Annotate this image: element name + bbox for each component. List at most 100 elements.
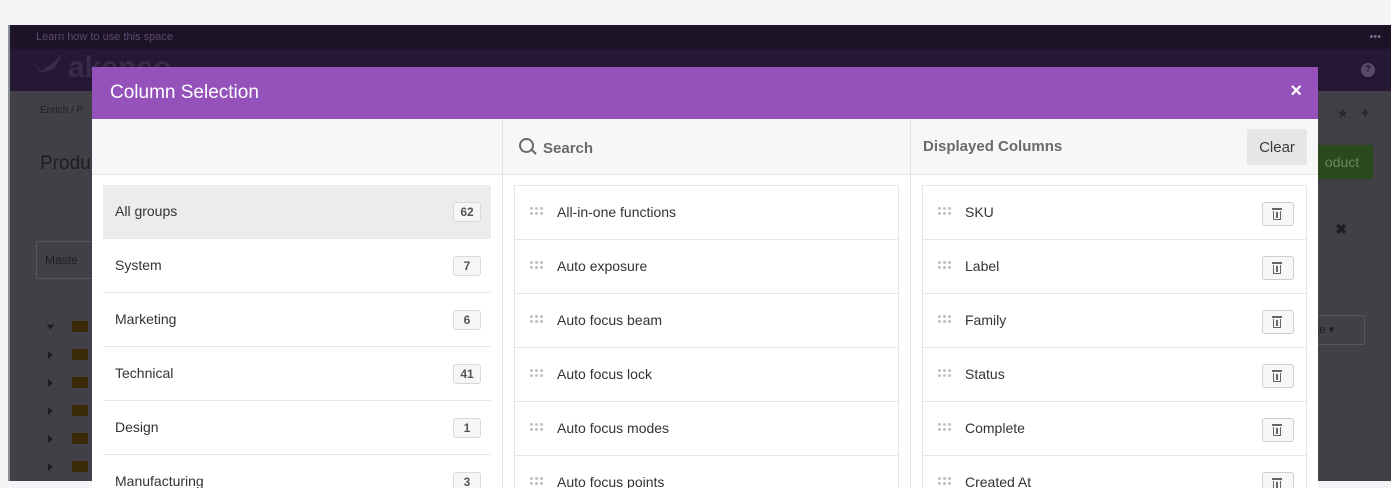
- drag-handle-icon[interactable]: [529, 314, 544, 324]
- trash-bin: [1273, 481, 1281, 488]
- chevron-right-icon: [48, 407, 53, 415]
- displayed-column-item[interactable]: Label: [922, 239, 1307, 293]
- trash-lid: [1272, 478, 1282, 480]
- group-label: Design: [115, 419, 159, 435]
- page-title: Produ: [40, 153, 91, 174]
- remove-column-button[interactable]: [1262, 310, 1294, 334]
- displayed-column-item[interactable]: Complete: [922, 401, 1307, 455]
- attribute-item[interactable]: Auto focus points: [514, 455, 899, 488]
- tree-node[interactable]: [48, 405, 94, 417]
- attribute-label: Auto exposure: [557, 258, 648, 274]
- search-icon: [519, 138, 534, 153]
- group-count-badge: 1: [453, 418, 481, 438]
- drag-handle-icon[interactable]: [529, 206, 544, 216]
- drag-handle-icon[interactable]: [529, 476, 544, 486]
- remove-column-button[interactable]: [1262, 202, 1294, 226]
- remove-column-button[interactable]: [1262, 418, 1294, 442]
- group-label: All groups: [115, 203, 178, 219]
- help-bar: Learn how to use this space •••: [10, 25, 1391, 49]
- displayed-column-item[interactable]: Family: [922, 293, 1307, 347]
- attribute-item[interactable]: Auto exposure: [514, 239, 899, 293]
- tree-node[interactable]: [48, 377, 94, 389]
- breadcrumb[interactable]: Enrich / P: [40, 105, 83, 116]
- folder-icon: [72, 321, 88, 332]
- displayed-column-item[interactable]: SKU: [922, 185, 1307, 239]
- search-input[interactable]: [541, 133, 885, 163]
- pin-icon[interactable]: ✦: [1359, 105, 1371, 122]
- tree-node[interactable]: [48, 433, 94, 445]
- group-item[interactable]: Marketing 6: [103, 293, 491, 347]
- trash-lid: [1272, 208, 1282, 210]
- attribute-label: Auto focus beam: [557, 312, 663, 328]
- drag-handle-icon[interactable]: [529, 260, 544, 270]
- trash-lid: [1272, 424, 1282, 426]
- trash-bin: [1273, 373, 1281, 382]
- remove-column-button[interactable]: [1262, 256, 1294, 280]
- trash-lid: [1272, 316, 1282, 318]
- remove-column-button[interactable]: [1262, 364, 1294, 388]
- chevron-right-icon: [48, 463, 53, 471]
- drag-handle-icon[interactable]: [937, 422, 952, 432]
- displayed-column-item[interactable]: Status: [922, 347, 1307, 401]
- attribute-label: Auto focus modes: [557, 420, 670, 436]
- folder-icon: [72, 349, 88, 360]
- group-count-badge: 62: [453, 202, 481, 222]
- displayed-column-item[interactable]: Created At: [922, 455, 1307, 488]
- trash-bin: [1273, 265, 1281, 274]
- attributes-column: All-in-one functions Auto exposure Auto fo…: [503, 119, 911, 488]
- help-bar-link[interactable]: Learn how to use this space: [36, 31, 173, 43]
- displayed-column-label: Complete: [965, 420, 1025, 436]
- chevron-down-icon: [46, 324, 55, 330]
- displayed-header: Displayed Columns Clear: [911, 119, 1318, 175]
- group-label: Manufacturing: [115, 473, 204, 488]
- drag-handle-icon[interactable]: [937, 206, 952, 216]
- group-item[interactable]: Design 1: [103, 401, 491, 455]
- group-label: System: [115, 257, 162, 273]
- remove-column-button[interactable]: [1262, 472, 1294, 488]
- tree-node[interactable]: [48, 461, 94, 473]
- trash-bin: [1273, 211, 1281, 220]
- tree-node[interactable]: [46, 321, 94, 333]
- tree-node[interactable]: [48, 349, 94, 361]
- clear-button[interactable]: Clear: [1247, 129, 1307, 165]
- attribute-label: Auto focus points: [557, 474, 665, 488]
- attribute-item[interactable]: Auto focus beam: [514, 293, 899, 347]
- trash-bin: [1273, 319, 1281, 328]
- displayed-column-label: Created At: [965, 474, 1032, 488]
- groups-column: All groups 62 System 7 Marketing 6 Technical 41…: [92, 119, 503, 488]
- close-icon[interactable]: ✖: [1335, 221, 1347, 238]
- drag-handle-icon[interactable]: [937, 476, 952, 486]
- displayed-column-label: SKU: [965, 204, 994, 220]
- drag-handle-icon[interactable]: [937, 260, 952, 270]
- group-item[interactable]: Manufacturing 3: [103, 455, 491, 488]
- folder-icon: [72, 433, 88, 444]
- help-icon[interactable]: ?: [1361, 63, 1375, 77]
- group-item[interactable]: Technical 41: [103, 347, 491, 401]
- attribute-item[interactable]: Auto focus lock: [514, 347, 899, 401]
- chevron-right-icon: [48, 351, 53, 359]
- chevron-right-icon: [48, 435, 53, 443]
- drag-handle-icon[interactable]: [529, 422, 544, 432]
- displayed-columns-title: Displayed Columns: [923, 138, 1063, 155]
- column-selection-modal: Column Selection × All groups 62 System 7 Ma…: [92, 67, 1318, 488]
- close-icon[interactable]: ×: [1290, 80, 1302, 103]
- group-item[interactable]: All groups 62: [103, 185, 491, 239]
- group-label: Marketing: [115, 311, 177, 327]
- search-header: [503, 119, 910, 175]
- drag-handle-icon[interactable]: [937, 314, 952, 324]
- group-item[interactable]: System 7: [103, 239, 491, 293]
- chevron-right-icon: [48, 379, 53, 387]
- drag-handle-icon[interactable]: [529, 368, 544, 378]
- akeneo-logo-icon: [32, 55, 62, 73]
- more-icon[interactable]: •••: [1369, 25, 1381, 49]
- displayed-column-label: Label: [965, 258, 1000, 274]
- drag-handle-icon[interactable]: [937, 368, 952, 378]
- folder-icon: [72, 377, 88, 388]
- attribute-item[interactable]: Auto focus modes: [514, 401, 899, 455]
- group-label: Technical: [115, 365, 174, 381]
- create-product-button[interactable]: oduct: [1311, 145, 1373, 179]
- star-icon[interactable]: ★: [1336, 105, 1349, 122]
- attribute-item[interactable]: All-in-one functions: [514, 185, 899, 239]
- group-count-badge: 6: [453, 310, 481, 330]
- modal-header: Column Selection ×: [92, 67, 1318, 119]
